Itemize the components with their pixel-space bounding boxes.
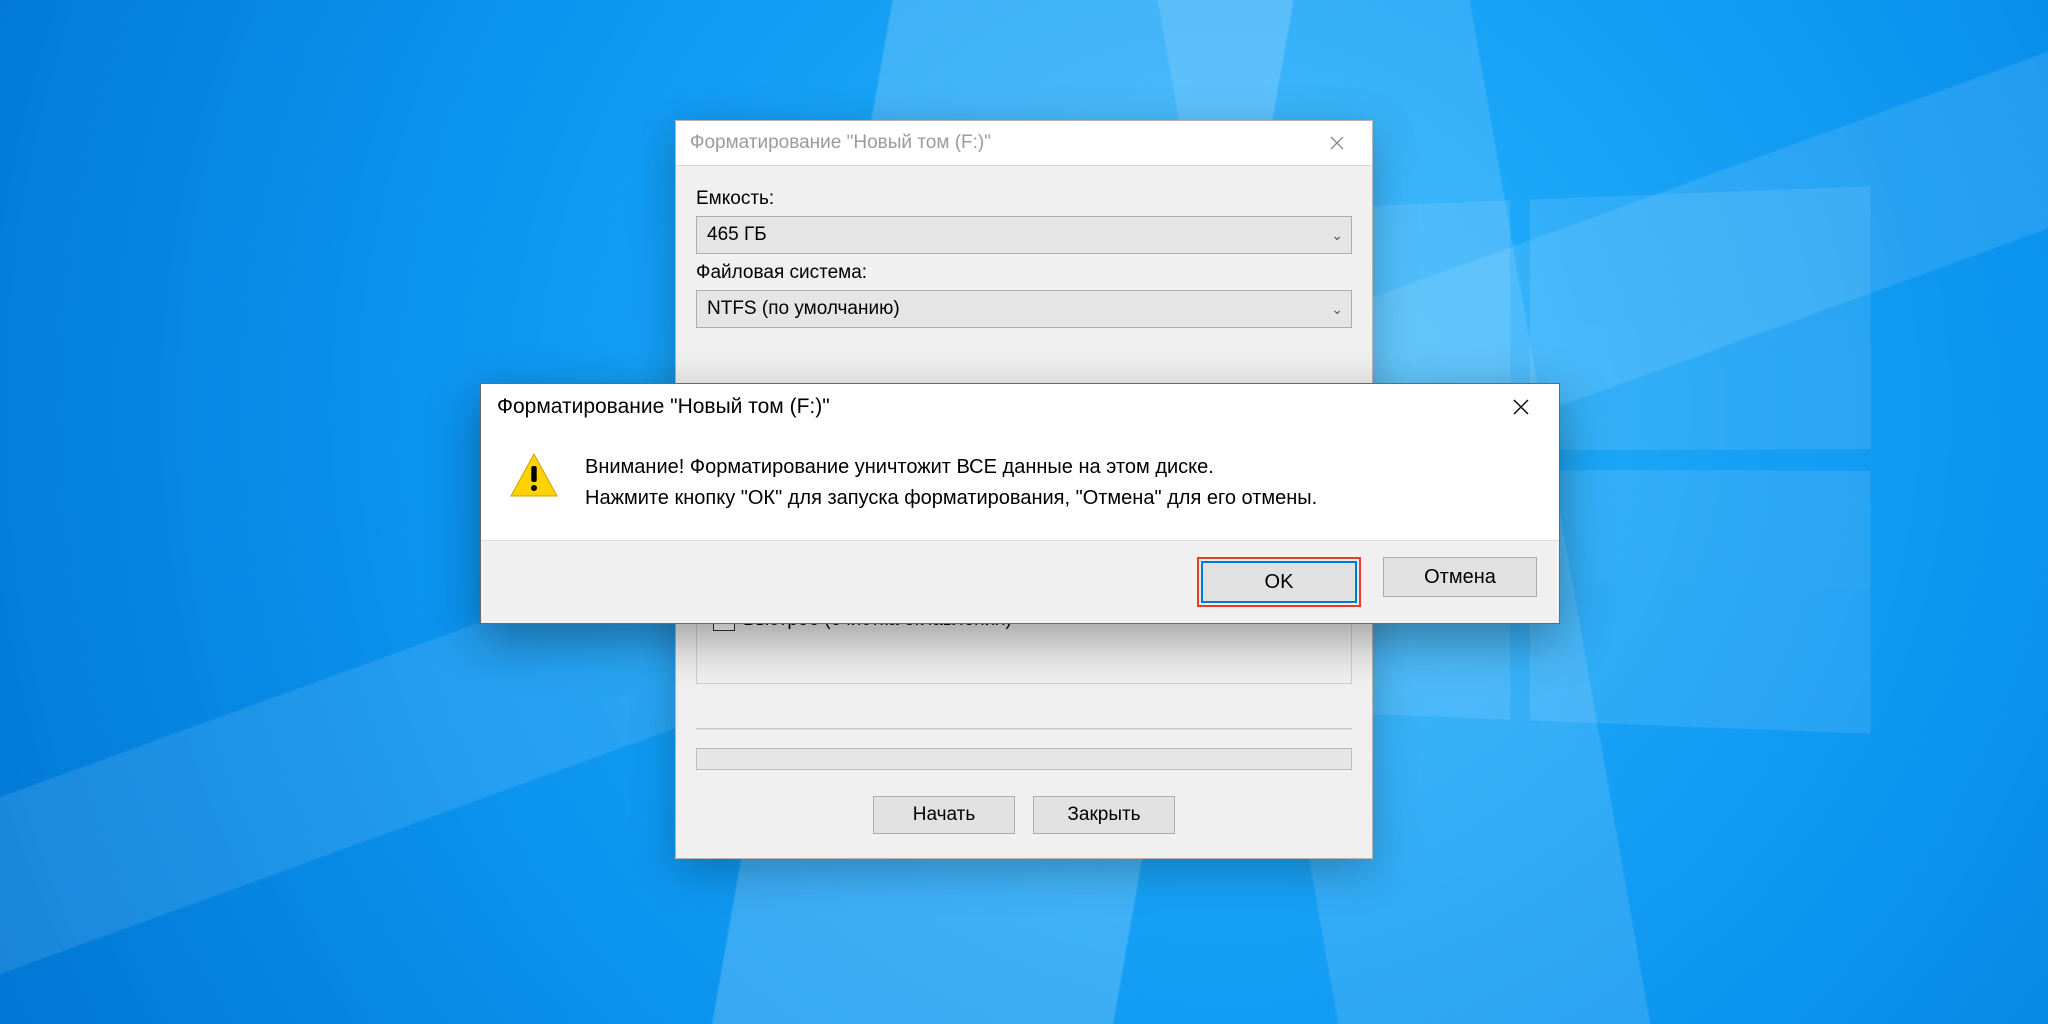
confirm-dialog-titlebar[interactable]: Форматирование "Новый том (F:)" bbox=[481, 384, 1559, 430]
format-progress-bar bbox=[696, 748, 1352, 770]
confirm-message-line1: Внимание! Форматирование уничтожит ВСЕ д… bbox=[585, 452, 1317, 483]
ok-button[interactable]: OK bbox=[1201, 561, 1357, 603]
divider bbox=[696, 728, 1352, 730]
confirm-message-line2: Нажмите кнопку "ОК" для запуска форматир… bbox=[585, 483, 1317, 514]
close-icon[interactable] bbox=[1308, 121, 1366, 165]
warning-icon bbox=[509, 452, 559, 514]
filesystem-value: NTFS (по умолчанию) bbox=[707, 298, 900, 320]
ok-button-label: OK bbox=[1265, 571, 1294, 594]
capacity-label: Емкость: bbox=[696, 188, 1352, 210]
confirm-dialog-title: Форматирование "Новый том (F:)" bbox=[497, 395, 1491, 419]
chevron-down-icon: ⌄ bbox=[1331, 301, 1343, 318]
close-button[interactable]: Закрыть bbox=[1033, 796, 1175, 834]
filesystem-label: Файловая система: bbox=[696, 262, 1352, 284]
start-button[interactable]: Начать bbox=[873, 796, 1015, 834]
format-dialog-title: Форматирование "Новый том (F:)" bbox=[690, 132, 1308, 154]
cancel-button-label: Отмена bbox=[1424, 566, 1496, 589]
close-icon[interactable] bbox=[1491, 384, 1551, 430]
capacity-value: 465 ГБ bbox=[707, 224, 767, 246]
close-button-label: Закрыть bbox=[1067, 804, 1140, 826]
filesystem-select[interactable]: NTFS (по умолчанию) ⌄ bbox=[696, 290, 1352, 328]
chevron-down-icon: ⌄ bbox=[1331, 227, 1343, 244]
start-button-label: Начать bbox=[913, 804, 976, 826]
format-dialog-titlebar[interactable]: Форматирование "Новый том (F:)" bbox=[676, 121, 1372, 166]
confirm-format-dialog: Форматирование "Новый том (F:)" Внимание… bbox=[480, 383, 1560, 624]
cancel-button[interactable]: Отмена bbox=[1383, 557, 1537, 597]
ok-button-highlight: OK bbox=[1197, 557, 1361, 607]
capacity-select[interactable]: 465 ГБ ⌄ bbox=[696, 216, 1352, 254]
